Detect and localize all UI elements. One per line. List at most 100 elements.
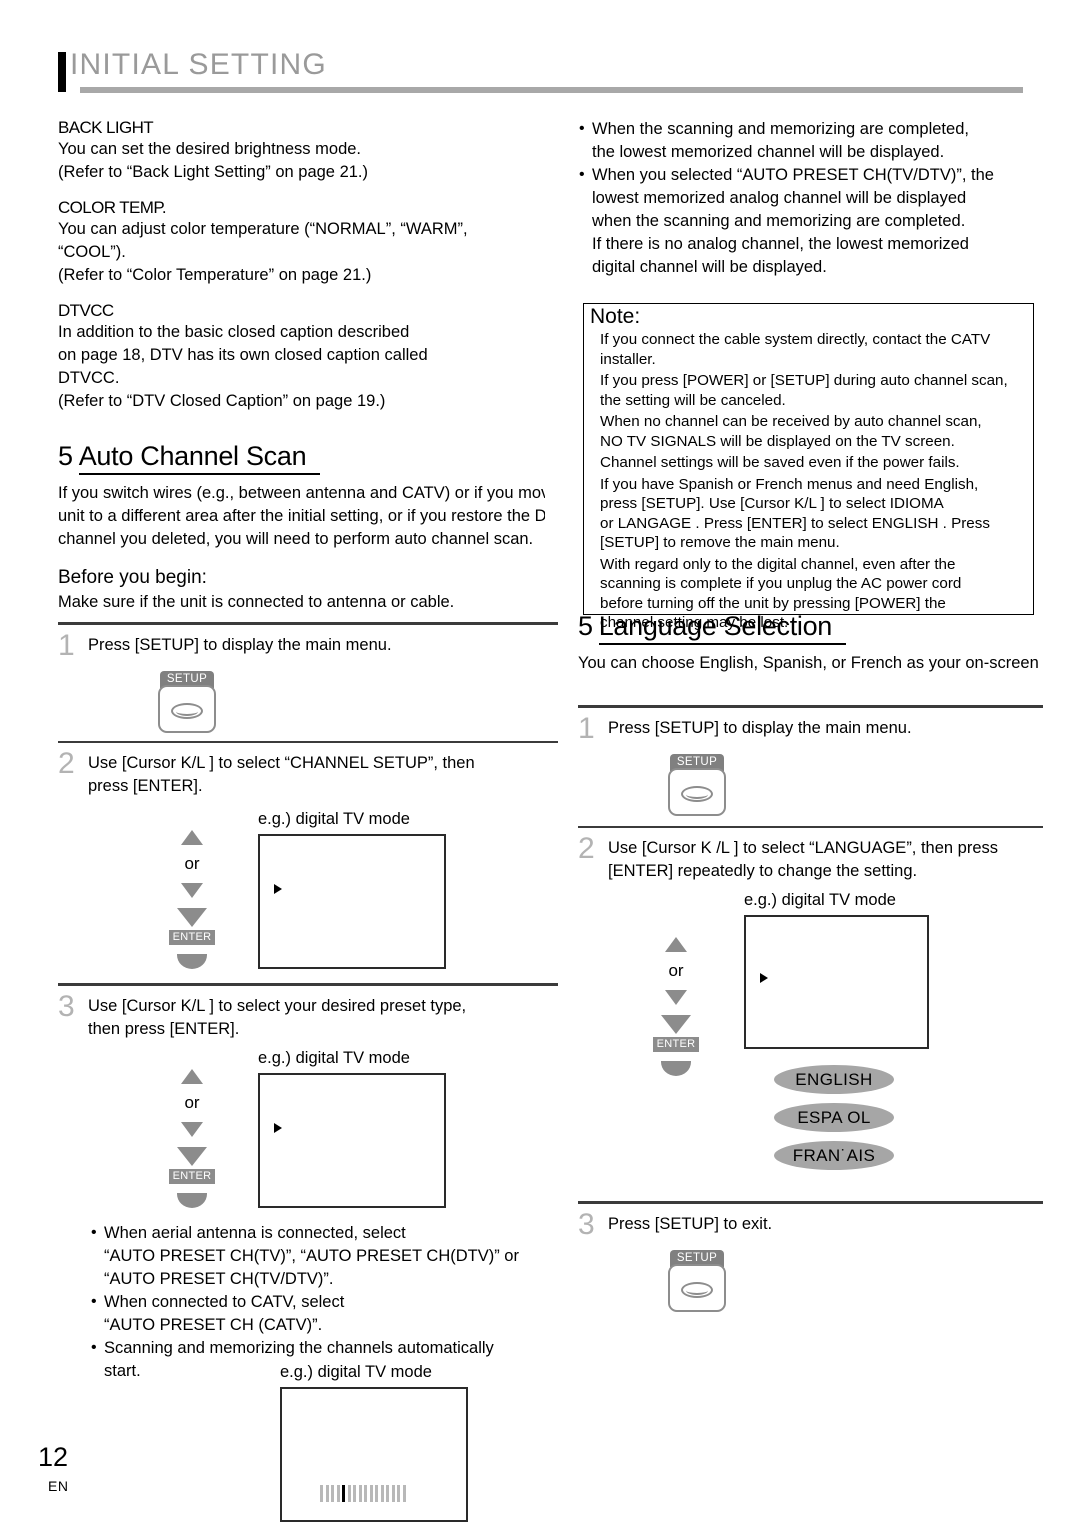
setup-button-icon[interactable]: SETUP	[668, 753, 726, 816]
before-you-begin-heading: Before you begin:	[58, 567, 207, 588]
note-line: When no channel can be received by auto …	[600, 413, 982, 430]
note-box: Note: If you connect the cable system di…	[583, 303, 1034, 631]
enter-button-icon[interactable]	[177, 1192, 207, 1208]
scan-tick	[402, 1484, 406, 1502]
setting-dtvcc: DTVCC In addition to the basic closed ca…	[58, 301, 558, 413]
setting-heading: DTVCC	[58, 301, 114, 320]
tv-screen-mock	[744, 915, 929, 1049]
bullet-line: “AUTO PRESET CH(TV)”, “AUTO PRESET CH(DT…	[104, 1246, 519, 1265]
step-number: 2	[578, 832, 595, 865]
setting-line: DTVCC.	[58, 369, 120, 387]
page-header: INITIAL SETTING	[58, 48, 1023, 96]
menu-cursor-icon	[760, 973, 768, 983]
intro-line: If you switch wires (e.g., between anten…	[58, 484, 545, 502]
enter-button-icon[interactable]	[661, 1061, 691, 1076]
note-line: If you connect the cable system directly…	[600, 331, 991, 348]
setup-button-icon[interactable]: SETUP	[668, 1249, 726, 1312]
language-option-french[interactable]: FRAN˙AIS	[774, 1141, 894, 1170]
bullet-line: Scanning and memorizing the channels aut…	[104, 1338, 494, 1357]
note-line: the setting will be canceled.	[600, 391, 786, 409]
page-number: 12	[38, 1442, 69, 1472]
step-2: 2 Use [Cursor K/L ] to select “CHANNEL S…	[58, 740, 558, 969]
cursor-up-icon[interactable]	[665, 937, 687, 952]
list-item: Scanning and memorizing the channels aut…	[90, 1336, 558, 1383]
step-divider	[58, 983, 558, 986]
lang-step-1: 1 Press [SETUP] to display the main menu…	[578, 705, 1043, 816]
scan-tick	[397, 1484, 400, 1502]
menu-cursor-icon	[274, 1122, 282, 1133]
language-option-spanish[interactable]: ESPA OL	[774, 1103, 894, 1132]
setting-color-temp: COLOR TEMP. You can adjust color tempera…	[58, 198, 558, 287]
scan-tick	[369, 1484, 373, 1502]
section-number: 5	[578, 611, 593, 641]
setting-line: In addition to the basic closed caption …	[58, 323, 410, 341]
cursor-control-illustration: or ENTER	[146, 1045, 238, 1208]
note-line: If you press [POWER] or [SETUP] during a…	[600, 372, 1008, 389]
or-label: or	[184, 1092, 200, 1112]
menu-cursor-icon	[274, 884, 282, 894]
step-number: 1	[58, 628, 75, 662]
note-line: scanning is complete if you unplug the A…	[600, 575, 962, 592]
enter-pointer-icon	[661, 1015, 691, 1034]
setting-heading: COLOR TEMP.	[58, 198, 167, 217]
note-line: channel setting may be lost.	[600, 614, 789, 631]
or-label: or	[668, 961, 684, 980]
step-instruction-line: [ENTER] repeatedly to change the setting…	[608, 862, 918, 880]
bullet-line: When aerial antenna is connected, select	[104, 1223, 406, 1242]
lang-step-2: 2 Use [Cursor K /L ] to select “LANGUAGE…	[578, 825, 1043, 1180]
setting-back-light: BACK LIGHT You can set the desired brigh…	[58, 118, 558, 184]
bullet-line: start.	[104, 1361, 141, 1380]
scan-progress-bar	[320, 1484, 406, 1502]
enter-key-label: ENTER	[168, 1168, 216, 1184]
note-line: [SETUP] to remove the main menu.	[600, 534, 840, 551]
page-language-code: EN	[48, 1478, 69, 1494]
language-option-english[interactable]: ENGLISH	[774, 1065, 894, 1094]
setting-heading: BACK LIGHT	[58, 118, 154, 137]
bullet-line: “AUTO PRESET CH (CATV)”.	[104, 1315, 323, 1334]
enter-button-icon[interactable]	[177, 954, 207, 969]
manual-page: INITIAL SETTING BACK LIGHT You can set t…	[0, 0, 1080, 1526]
list-item: When the scanning and memorizing are com…	[578, 117, 1043, 164]
bullet-line: If there is no analog channel, the lowes…	[592, 235, 969, 253]
cursor-up-icon[interactable]	[181, 1068, 203, 1084]
cursor-down-icon[interactable]	[181, 1121, 203, 1137]
cursor-down-icon[interactable]	[181, 883, 203, 898]
tv-screen-scanning	[280, 1386, 468, 1522]
cursor-down-icon[interactable]	[665, 990, 687, 1005]
step-instruction-line: Use [Cursor K /L ] to select “LANGUAGE”,…	[608, 839, 999, 857]
screen-caption: e.g.) digital TV mode	[258, 810, 410, 828]
cursor-up-icon[interactable]	[181, 830, 203, 845]
setup-button-icon[interactable]: SETUP	[158, 670, 216, 733]
note-box-title: Note:	[590, 305, 641, 328]
preset-type-notes: When aerial antenna is connected, select…	[90, 1221, 558, 1383]
scan-tick	[364, 1484, 367, 1502]
step-divider	[578, 825, 1043, 828]
bullet-line: When connected to CATV, select	[104, 1292, 345, 1311]
note-line: before turning off the unit by pressing …	[600, 594, 946, 612]
step-instruction: Use [Cursor K /L ] to select “LANGUAGE”,…	[608, 832, 998, 883]
step-number: 2	[58, 747, 75, 780]
note-line: With regard only to the digital channel,…	[600, 555, 956, 573]
scan-tick	[325, 1484, 329, 1502]
setting-line: (Refer to “Color Temperature” on page 21…	[58, 266, 372, 284]
setting-line: (Refer to “DTV Closed Caption” on page 1…	[58, 392, 386, 410]
setting-line: (Refer to “Back Light Setting” on page 2…	[58, 163, 369, 181]
screen-caption: e.g.) digital TV mode	[258, 1048, 410, 1067]
scanning-screen-group: e.g.) digital TV mode	[280, 1361, 558, 1522]
step-divider	[58, 740, 558, 743]
before-you-begin-text: Make sure if the unit is connected to an…	[58, 593, 455, 611]
bullet-line: the lowest memorized channel will be dis…	[592, 143, 945, 161]
cursor-control-illustration: or ENTER	[146, 806, 238, 969]
step-instruction-line: then press [ENTER].	[88, 1019, 240, 1038]
step-number: 3	[578, 1207, 595, 1241]
scan-tick	[386, 1484, 389, 1502]
note-line: If you have Spanish or French menus and …	[600, 475, 979, 493]
step-divider	[578, 1201, 1043, 1204]
bullet-line: digital channel will be displayed.	[592, 258, 827, 276]
bullet-line: When the scanning and memorizing are com…	[592, 120, 969, 138]
note-line: NO TV SIGNALS will be displayed on the T…	[600, 432, 955, 450]
step-instruction: Use [Cursor K/L ] to select “CHANNEL SET…	[88, 747, 475, 798]
note-box-content: If you connect the cable system directly…	[600, 330, 1070, 633]
setup-key-oval	[681, 785, 713, 802]
scan-tick	[353, 1484, 356, 1502]
